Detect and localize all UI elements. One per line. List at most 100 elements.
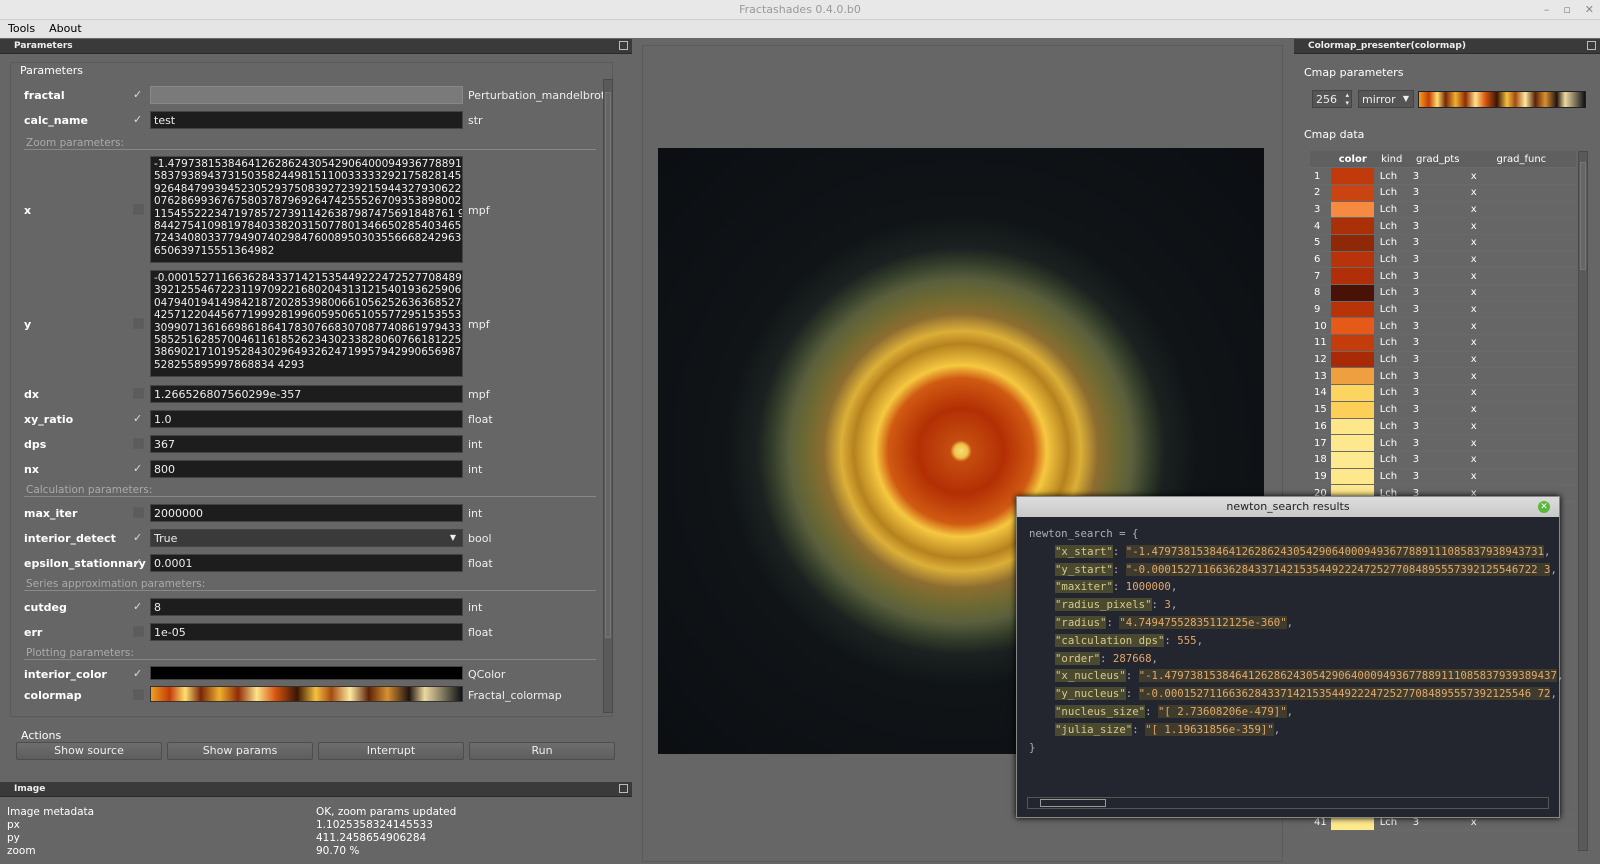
col-grad-func[interactable]: grad_func: [1466, 151, 1576, 169]
table-row[interactable]: 1 Lch 3 x: [1310, 167, 1576, 185]
float-dock-icon[interactable]: [619, 41, 628, 50]
table-row[interactable]: 4 Lch 3 x: [1310, 217, 1576, 235]
grad-pts-cell[interactable]: 3: [1408, 384, 1467, 402]
max-iter-field[interactable]: 2000000: [150, 504, 463, 522]
cmap-n-spinbox[interactable]: 256 ▴ ▾: [1312, 90, 1352, 108]
close-icon[interactable]: ✕: [1538, 501, 1550, 513]
float-dock-icon[interactable]: [619, 784, 628, 793]
max-iter-checkbox[interactable]: [133, 507, 144, 518]
color-swatch[interactable]: [1330, 434, 1376, 452]
grad-func-cell[interactable]: x: [1466, 418, 1576, 436]
grad-func-cell[interactable]: x: [1466, 384, 1576, 402]
col-grad-pts[interactable]: grad_pts: [1408, 151, 1467, 169]
table-row[interactable]: 7 Lch 3 x: [1310, 267, 1576, 285]
table-row[interactable]: 13 Lch 3 x: [1310, 367, 1576, 386]
color-swatch[interactable]: [1330, 351, 1376, 369]
color-swatch[interactable]: [1330, 234, 1376, 252]
kind-cell[interactable]: Lch: [1374, 468, 1409, 486]
cutdeg-field[interactable]: 8: [150, 598, 463, 616]
run-button[interactable]: Run: [469, 742, 615, 760]
color-swatch[interactable]: [1330, 167, 1376, 185]
kind-cell[interactable]: Lch: [1374, 367, 1409, 386]
color-swatch[interactable]: [1330, 284, 1376, 302]
kind-cell[interactable]: Lch: [1374, 351, 1409, 369]
table-row[interactable]: 8 Lch 3 x: [1310, 284, 1576, 302]
cutdeg-checkbox[interactable]: ✓: [133, 601, 144, 612]
col-color[interactable]: color: [1330, 151, 1375, 169]
color-swatch[interactable]: [1330, 317, 1376, 336]
color-swatch[interactable]: [1330, 418, 1376, 436]
grad-func-cell[interactable]: x: [1466, 301, 1576, 319]
table-row[interactable]: 5 Lch 3 x: [1310, 234, 1576, 252]
x-checkbox[interactable]: [133, 204, 144, 215]
interior-detect-checkbox[interactable]: ✓: [133, 532, 144, 543]
kind-cell[interactable]: Lch: [1374, 251, 1409, 269]
fractal-checkbox[interactable]: ✓: [133, 89, 144, 100]
close-icon[interactable]: ✕: [1585, 0, 1594, 20]
kind-cell[interactable]: Lch: [1374, 284, 1409, 302]
nx-field[interactable]: 800: [150, 460, 463, 478]
xy-ratio-field[interactable]: 1.0: [150, 410, 463, 428]
grad-func-cell[interactable]: x: [1466, 334, 1576, 352]
calc-name-field[interactable]: test: [150, 111, 463, 129]
table-row[interactable]: 2 Lch 3 x: [1310, 184, 1576, 202]
table-row[interactable]: 9 Lch 3 x: [1310, 301, 1576, 319]
grad-func-cell[interactable]: x: [1466, 351, 1576, 369]
kind-cell[interactable]: Lch: [1374, 267, 1409, 285]
color-swatch[interactable]: [1330, 184, 1376, 202]
color-swatch[interactable]: [1330, 251, 1376, 269]
grad-func-cell[interactable]: x: [1466, 167, 1576, 185]
grad-pts-cell[interactable]: 3: [1408, 351, 1467, 369]
grad-pts-cell[interactable]: 3: [1408, 184, 1467, 202]
interrupt-button[interactable]: Interrupt: [318, 742, 464, 760]
grad-pts-cell[interactable]: 3: [1408, 217, 1467, 235]
color-swatch[interactable]: [1330, 217, 1376, 235]
grad-pts-cell[interactable]: 3: [1408, 451, 1467, 469]
fractal-field[interactable]: [150, 86, 463, 104]
calc-name-checkbox[interactable]: ✓: [133, 114, 144, 125]
grad-func-cell[interactable]: x: [1466, 217, 1576, 235]
color-swatch[interactable]: [1330, 401, 1376, 419]
grad-pts-cell[interactable]: 3: [1408, 434, 1467, 452]
colormap-preview[interactable]: [150, 686, 463, 702]
grad-func-cell[interactable]: x: [1466, 184, 1576, 202]
x-field[interactable]: -1.4797381538464126286243054290640009493…: [150, 156, 463, 263]
kind-cell[interactable]: Lch: [1374, 184, 1409, 202]
kind-cell[interactable]: Lch: [1374, 334, 1409, 352]
dps-field[interactable]: 367: [150, 435, 463, 453]
table-row[interactable]: 14 Lch 3 x: [1310, 384, 1576, 402]
table-row[interactable]: 17 Lch 3 x: [1310, 434, 1576, 452]
minimize-icon[interactable]: –: [1544, 0, 1550, 20]
cmap-table-scrollbar[interactable]: [1578, 151, 1588, 851]
kind-cell[interactable]: Lch: [1374, 418, 1409, 436]
color-swatch[interactable]: [1330, 334, 1376, 352]
kind-cell[interactable]: Lch: [1374, 317, 1409, 336]
table-row[interactable]: 12 Lch 3 x: [1310, 351, 1576, 369]
float-dock-icon[interactable]: [1587, 41, 1596, 50]
grad-func-cell[interactable]: x: [1466, 401, 1576, 419]
grad-pts-cell[interactable]: 3: [1408, 201, 1467, 219]
color-swatch[interactable]: [1330, 301, 1376, 319]
kind-cell[interactable]: Lch: [1374, 217, 1409, 235]
grad-pts-cell[interactable]: 3: [1408, 284, 1467, 302]
grad-pts-cell[interactable]: 3: [1408, 234, 1467, 252]
params-scrollbar-thumb[interactable]: [605, 92, 611, 638]
kind-cell[interactable]: Lch: [1374, 234, 1409, 252]
y-field[interactable]: -0.0001527116636284337142153544922247252…: [150, 270, 463, 377]
grad-pts-cell[interactable]: 3: [1408, 334, 1467, 352]
grad-pts-cell[interactable]: 3: [1408, 301, 1467, 319]
color-swatch[interactable]: [1330, 384, 1376, 402]
grad-func-cell[interactable]: x: [1466, 267, 1576, 285]
color-swatch[interactable]: [1330, 451, 1376, 469]
grad-pts-cell[interactable]: 3: [1408, 167, 1467, 185]
grad-func-cell[interactable]: x: [1466, 251, 1576, 269]
grad-pts-cell[interactable]: 3: [1408, 418, 1467, 436]
kind-cell[interactable]: Lch: [1374, 301, 1409, 319]
grad-pts-cell[interactable]: 3: [1408, 367, 1467, 386]
show-source-button[interactable]: Show source: [16, 742, 162, 760]
table-row[interactable]: 10 Lch 3 x: [1310, 317, 1576, 336]
table-row[interactable]: 11 Lch 3 x: [1310, 334, 1576, 352]
cmap-scrollbar-thumb[interactable]: [1580, 162, 1586, 270]
dps-checkbox[interactable]: [133, 438, 144, 449]
interior-color-swatch[interactable]: [150, 666, 463, 680]
